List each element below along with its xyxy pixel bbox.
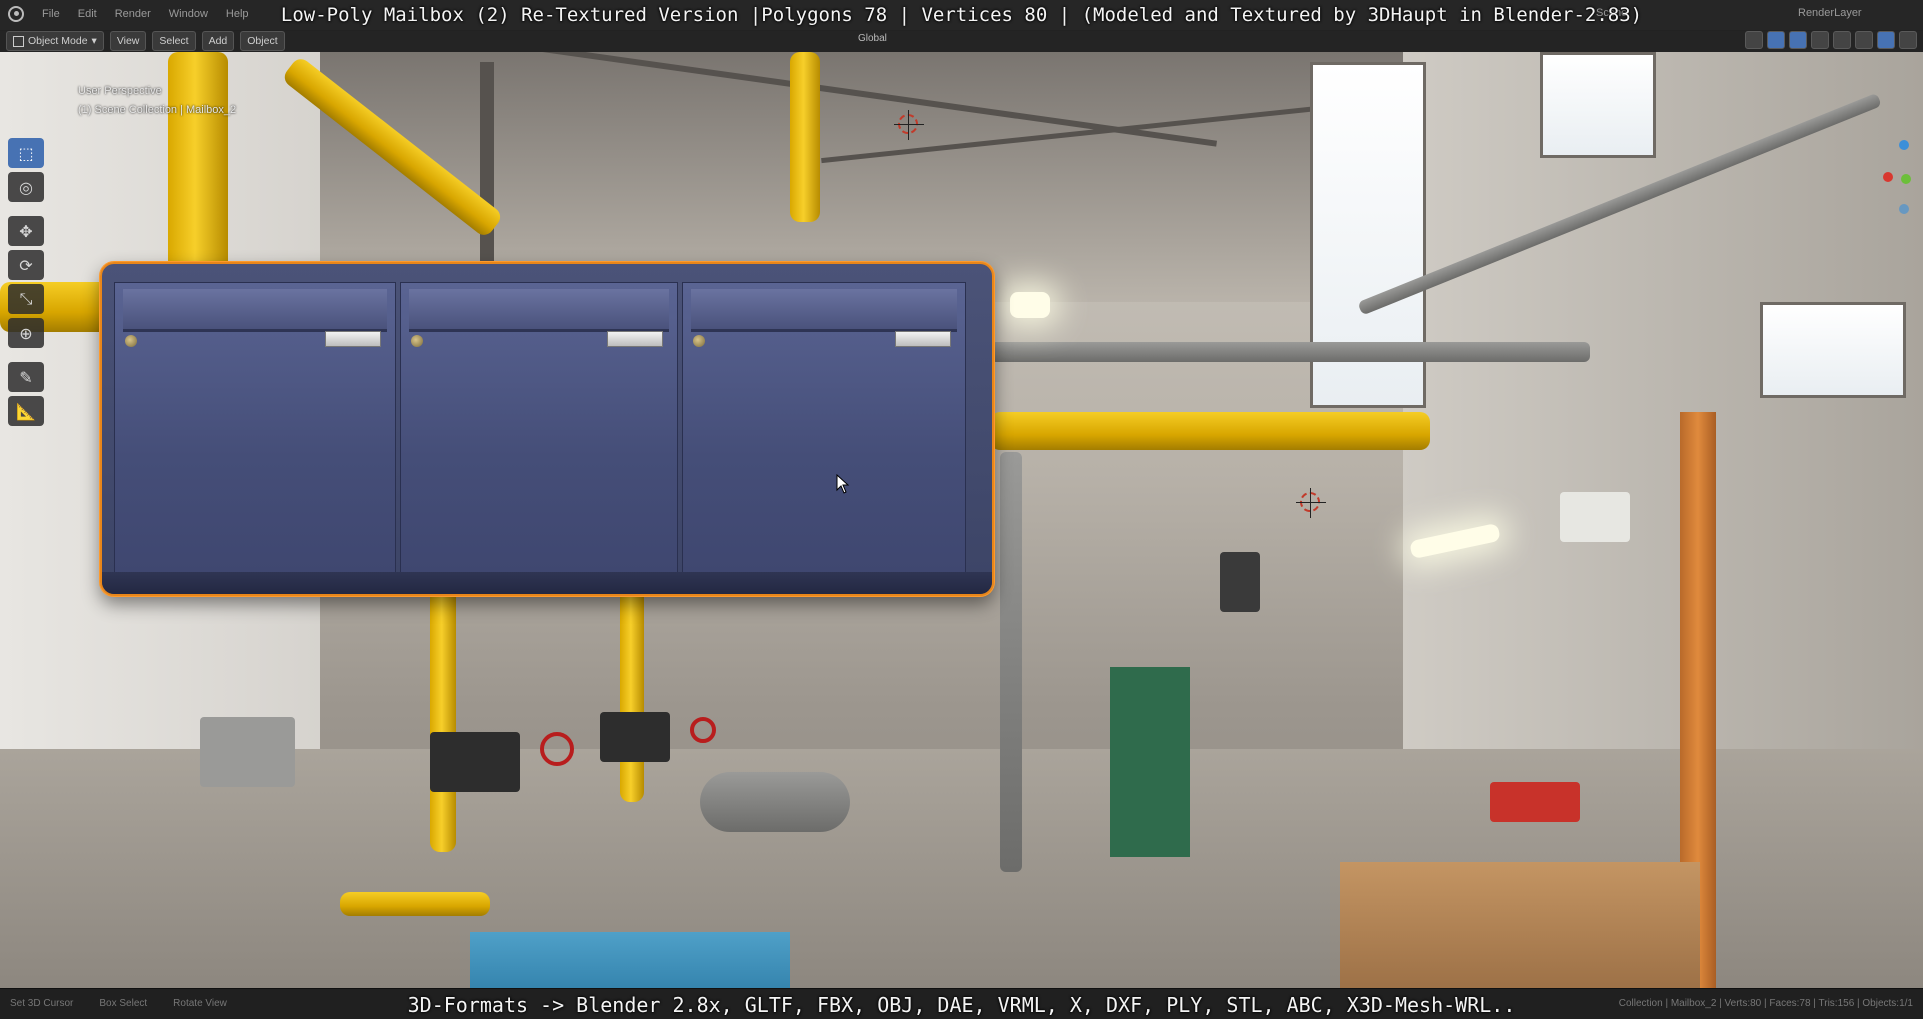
right-wall	[1403, 52, 1923, 752]
mode-icon	[13, 35, 24, 47]
red-valve-wheel	[540, 732, 574, 766]
select-menu-button[interactable]: Select	[152, 31, 196, 51]
solid-shading-icon[interactable]	[1855, 31, 1873, 49]
junction-box	[200, 717, 295, 787]
tool-separator	[8, 352, 46, 358]
wireframe-shading-icon[interactable]	[1833, 31, 1851, 49]
toolbar-column: ⬚ ◎ ✥ ⟳ ⤡ ⊕ ✎ 📐	[8, 138, 46, 426]
grey-pipe	[1000, 452, 1022, 872]
mailbox-compartment[interactable]	[114, 282, 396, 574]
rotate-icon[interactable]: ⟳	[8, 250, 44, 280]
annotate-icon[interactable]: ✎	[8, 362, 44, 392]
scale-icon[interactable]: ⤡	[8, 284, 44, 314]
blender-window: File Edit Render Window Help Scene Rende…	[0, 0, 1923, 1019]
overlay-toggle-icon[interactable]	[1789, 31, 1807, 49]
transform-orientation-dropdown[interactable]: Global	[858, 33, 887, 44]
yellow-pipe	[990, 412, 1430, 450]
red-valve-wheel	[690, 717, 716, 743]
red-poster	[1490, 782, 1580, 822]
valve-body	[600, 712, 670, 762]
yellow-pipe	[790, 52, 820, 222]
ceiling-lamp	[1010, 292, 1050, 318]
yellow-pipe	[340, 892, 490, 916]
video-title-overlay: Low-Poly Mailbox (2) Re-Textured Version…	[280, 4, 1643, 26]
formats-caption-overlay: 3D-Formats -> Blender 2.8x, GLTF, FBX, O…	[407, 993, 1516, 1017]
navigation-gizmo[interactable]	[1883, 140, 1913, 220]
green-door	[1110, 667, 1190, 857]
x-axis-icon[interactable]	[1883, 172, 1893, 182]
mail-slot-flap	[123, 289, 387, 332]
pump-unit	[700, 772, 850, 832]
cursor-icon[interactable]: ◎	[8, 172, 44, 202]
rendered-shading-icon[interactable]	[1899, 31, 1917, 49]
factory-window	[1540, 52, 1656, 158]
visibility-icon[interactable]	[1745, 31, 1763, 49]
wall-sign	[1560, 492, 1630, 542]
transform-icon[interactable]: ⊕	[8, 318, 44, 348]
factory-window	[1760, 302, 1906, 398]
object-mode-label: Object Mode	[28, 35, 88, 47]
chevron-down-icon: ▾	[91, 35, 97, 47]
lock-icon	[693, 335, 705, 347]
select-box-icon[interactable]: ⬚	[8, 138, 44, 168]
electrical-box	[1220, 552, 1260, 612]
measure-icon[interactable]: 📐	[8, 396, 44, 426]
wooden-desk	[1340, 862, 1700, 989]
add-menu-button[interactable]: Add	[201, 31, 235, 51]
blue-tank	[470, 932, 790, 989]
3d-cursor-icon[interactable]	[894, 110, 924, 140]
gizmo-toggle-icon[interactable]	[1767, 31, 1785, 49]
nameplate	[607, 331, 663, 347]
mailbox-model[interactable]	[100, 262, 994, 596]
lock-icon	[411, 335, 423, 347]
xray-icon[interactable]	[1811, 31, 1829, 49]
mailbox-compartment[interactable]	[400, 282, 678, 574]
view-menu-button[interactable]: View	[109, 31, 147, 51]
mailbox-base	[102, 572, 992, 594]
perspective-label: User Perspective	[78, 85, 162, 97]
mailbox-compartment[interactable]	[682, 282, 966, 574]
mouse-pointer-icon	[836, 474, 850, 494]
lock-icon	[125, 335, 137, 347]
mail-slot-flap	[409, 289, 669, 332]
nameplate	[895, 331, 951, 347]
neg-z-axis-icon[interactable]	[1899, 204, 1909, 214]
collection-label: (1) Scene Collection | Mailbox_2	[78, 104, 237, 116]
object-mode-dropdown[interactable]: Object Mode ▾	[6, 31, 104, 51]
mail-slot-flap	[691, 289, 957, 332]
tool-separator	[8, 206, 46, 212]
3d-cursor-icon[interactable]	[1296, 488, 1326, 518]
y-axis-icon[interactable]	[1901, 174, 1911, 184]
object-menu-button[interactable]: Object	[240, 31, 285, 51]
nameplate	[325, 331, 381, 347]
valve-body	[430, 732, 520, 792]
material-shading-icon[interactable]	[1877, 31, 1895, 49]
yellow-pipe	[168, 52, 228, 282]
viewport-header: Object Mode ▾ View Select Add Object Glo…	[0, 30, 1923, 52]
move-icon[interactable]: ✥	[8, 216, 44, 246]
3d-viewport[interactable]: User Perspective (1) Scene Collection | …	[0, 52, 1923, 989]
grey-pipe	[990, 342, 1590, 362]
z-axis-icon[interactable]	[1899, 140, 1909, 150]
